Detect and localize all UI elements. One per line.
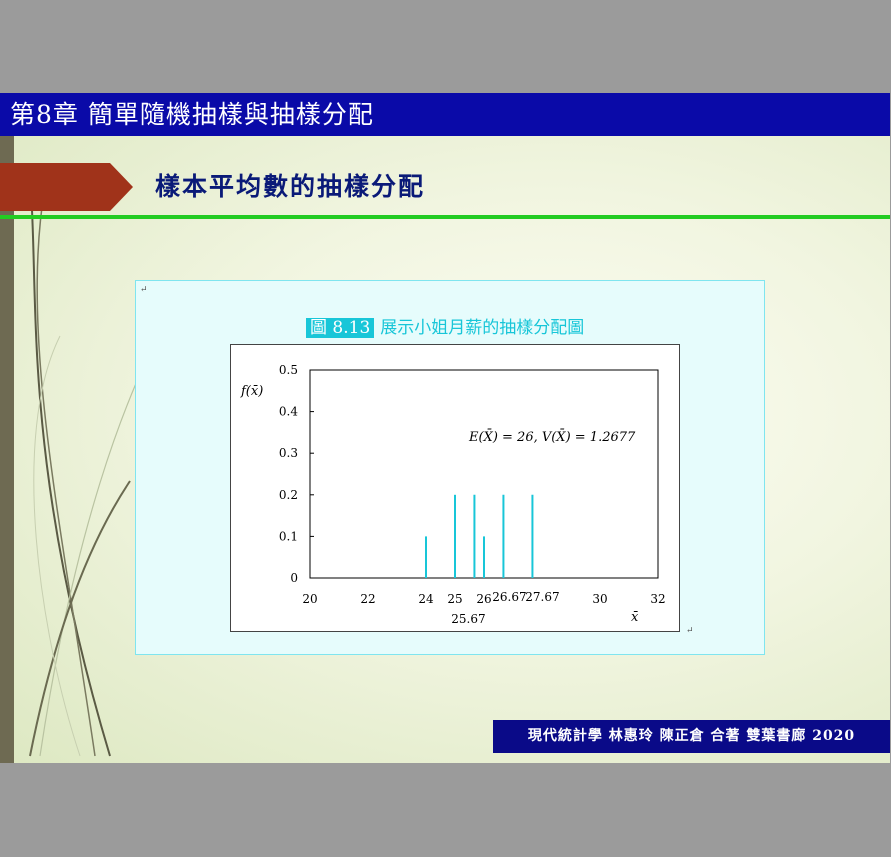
x-tick-label: 22 (360, 592, 375, 606)
x-tick-label: 26.67 (492, 590, 526, 604)
chart-svg: 0 0.1 0.2 0.3 0.4 0.5 20 22 24 25 26 30 32 26.6727.67… (240, 363, 666, 626)
x-axis-label: x̄ (631, 610, 639, 625)
slide: 第8章 簡單隨機抽樣與抽樣分配 樣本平均數的抽樣分配 ↵ 圖 8.13 展示小姐月… (0, 93, 890, 763)
footer-credit: 現代統計學 林惠玲 陳正倉 合著 雙葉書廊 2020 (493, 720, 890, 753)
chart: 0 0.1 0.2 0.3 0.4 0.5 20 22 24 25 26 30 32 26.67 27.67… (230, 344, 680, 632)
y-tick-label: 0.1 (279, 529, 298, 543)
y-tick-label: 0.5 (279, 363, 298, 377)
x-tick-label: 20 (302, 592, 317, 606)
paragraph-mark: ↵ (686, 626, 694, 636)
paragraph-mark: ↵ (140, 285, 148, 295)
chart-annotation: E(X̄) = 26, V(X̄) = 1.2677 (468, 429, 636, 445)
x-tick-label: 25 (447, 592, 462, 606)
x-tick-label: 32 (650, 592, 665, 606)
y-tick-label: 0.4 (279, 405, 298, 419)
x-tick-label: 26 (476, 592, 491, 606)
x-tick-label: 27.67 (525, 590, 559, 604)
title-arrow-shape (0, 163, 133, 211)
x-tick-label: 25.67 (451, 612, 485, 626)
green-divider (0, 215, 890, 219)
y-tick-label: 0.2 (279, 488, 298, 502)
y-tick-label: 0.3 (279, 446, 298, 460)
figure-badge: 圖 8.13 (306, 318, 375, 338)
y-tick-label: 0 (290, 571, 298, 585)
figure-caption-text: 展示小姐月薪的抽樣分配圖 (380, 318, 585, 338)
figure-panel: ↵ 圖 8.13 展示小姐月薪的抽樣分配圖 0 0.1 0.2 0.3 0.4 0.5 20 2… (135, 280, 765, 655)
x-tick-label: 30 (592, 592, 607, 606)
chapter-title: 第8章 簡單隨機抽樣與抽樣分配 (0, 93, 890, 136)
y-axis-label: f(x̄) (240, 384, 263, 399)
x-tick-label: 24 (418, 592, 434, 606)
figure-caption: 圖 8.13 展示小姐月薪的抽樣分配圖 (306, 313, 584, 338)
section-title: 樣本平均數的抽樣分配 (155, 172, 426, 201)
